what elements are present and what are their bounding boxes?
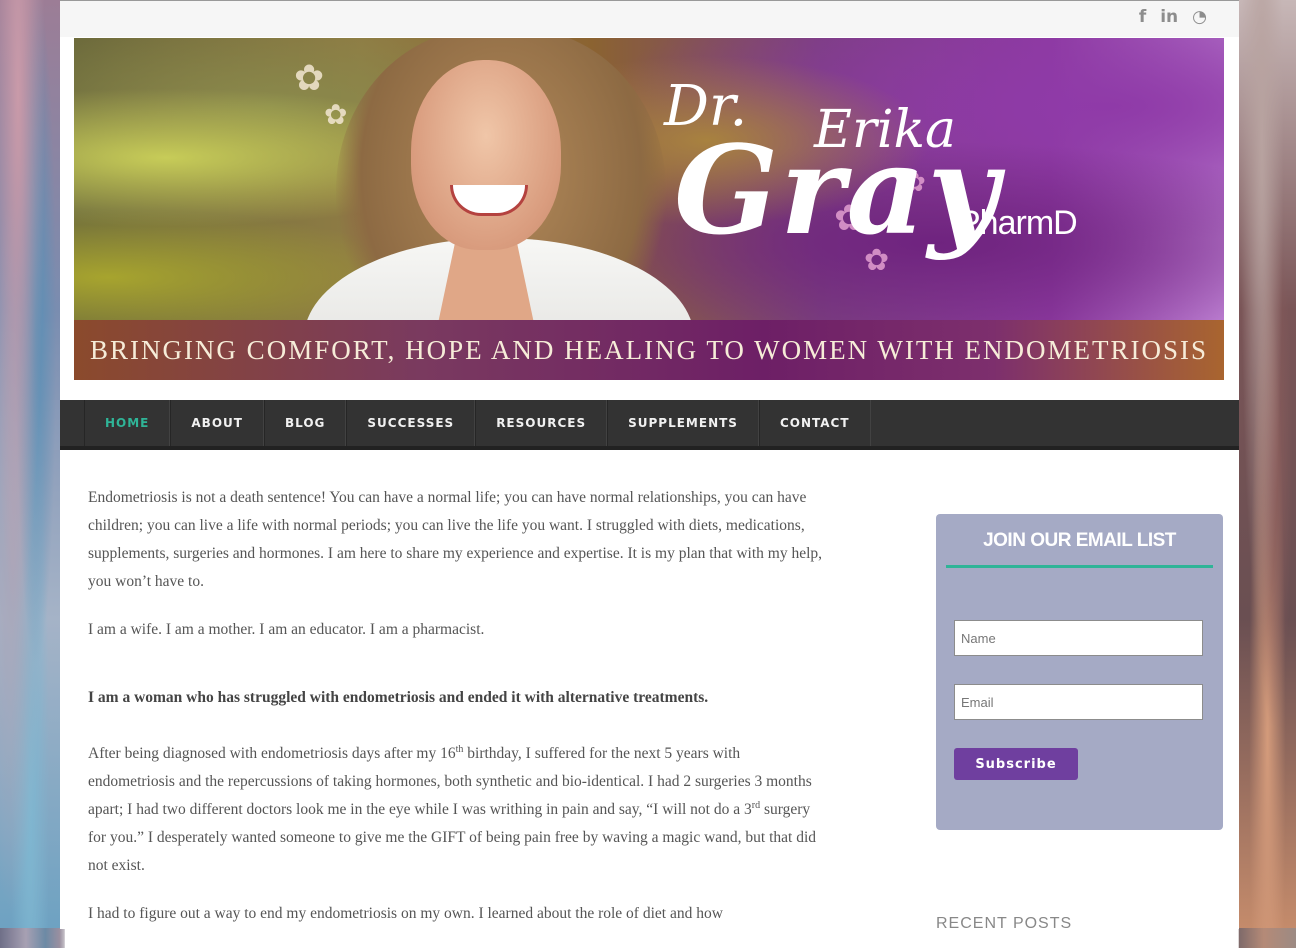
portrait-face <box>411 60 561 250</box>
header-banner[interactable]: ✿ ✿ ✿ ✿ ✿ Dr. Erika Gray PharmD BRINGING… <box>74 38 1224 380</box>
nav-item-successes[interactable]: SUCCESSES <box>346 400 476 446</box>
subscribe-button[interactable]: Subscribe <box>954 748 1078 780</box>
email-field[interactable] <box>954 684 1203 720</box>
email-widget-title: JOIN OUR EMAIL LIST <box>983 530 1176 551</box>
nav-item-contact[interactable]: CONTACT <box>758 400 871 446</box>
bold-statement: I am a woman who has struggled with endo… <box>88 689 709 706</box>
identity-paragraph: I am a wife. I am a mother. I am an educ… <box>88 621 485 638</box>
nav-item-supplements[interactable]: SUPPLEMENTS <box>607 400 759 446</box>
title-underline <box>946 565 1213 568</box>
background-right <box>1239 0 1296 928</box>
recent-posts-heading: RECENT POSTS <box>936 915 1073 932</box>
continuation-paragraph: I had to figure out a way to end my endo… <box>88 905 723 922</box>
nav-item-blog[interactable]: BLOG <box>263 400 347 446</box>
flower-icon: ✿ <box>294 58 325 99</box>
facebook-icon[interactable]: f <box>1139 7 1146 27</box>
social-links: f in ◔ <box>1139 7 1207 27</box>
nav-item-home[interactable]: HOME <box>84 400 171 446</box>
main-content: Endometriosis is not a death sentence! Y… <box>88 484 828 948</box>
story-paragraph: After being diagnosed with endometriosis… <box>88 743 817 874</box>
top-bar: f in ◔ <box>60 1 1239 37</box>
linkedin-icon[interactable]: in <box>1160 7 1178 27</box>
main-nav: HOME ABOUT BLOG SUCCESSES RESOURCES SUPP… <box>60 400 1239 450</box>
banner-tagline: BRINGING COMFORT, HOPE AND HEALING TO WO… <box>74 320 1224 380</box>
email-signup-widget: JOIN OUR EMAIL LIST Subscribe <box>936 514 1223 830</box>
page-container: f in ◔ ✿ ✿ ✿ ✿ ✿ Dr. Erika Gray PharmD B… <box>60 0 1239 932</box>
nav-item-about[interactable]: ABOUT <box>170 400 264 446</box>
logo-credential: PharmD <box>958 204 1078 242</box>
flower-icon: ✿ <box>324 98 348 131</box>
background-left <box>0 0 60 928</box>
nav-item-resources[interactable]: RESOURCES <box>475 400 608 446</box>
logo-last-name: Gray <box>674 118 1001 262</box>
name-field[interactable] <box>954 620 1203 656</box>
intro-paragraph: Endometriosis is not a death sentence! Y… <box>88 489 823 590</box>
rss-icon[interactable]: ◔ <box>1192 7 1207 27</box>
